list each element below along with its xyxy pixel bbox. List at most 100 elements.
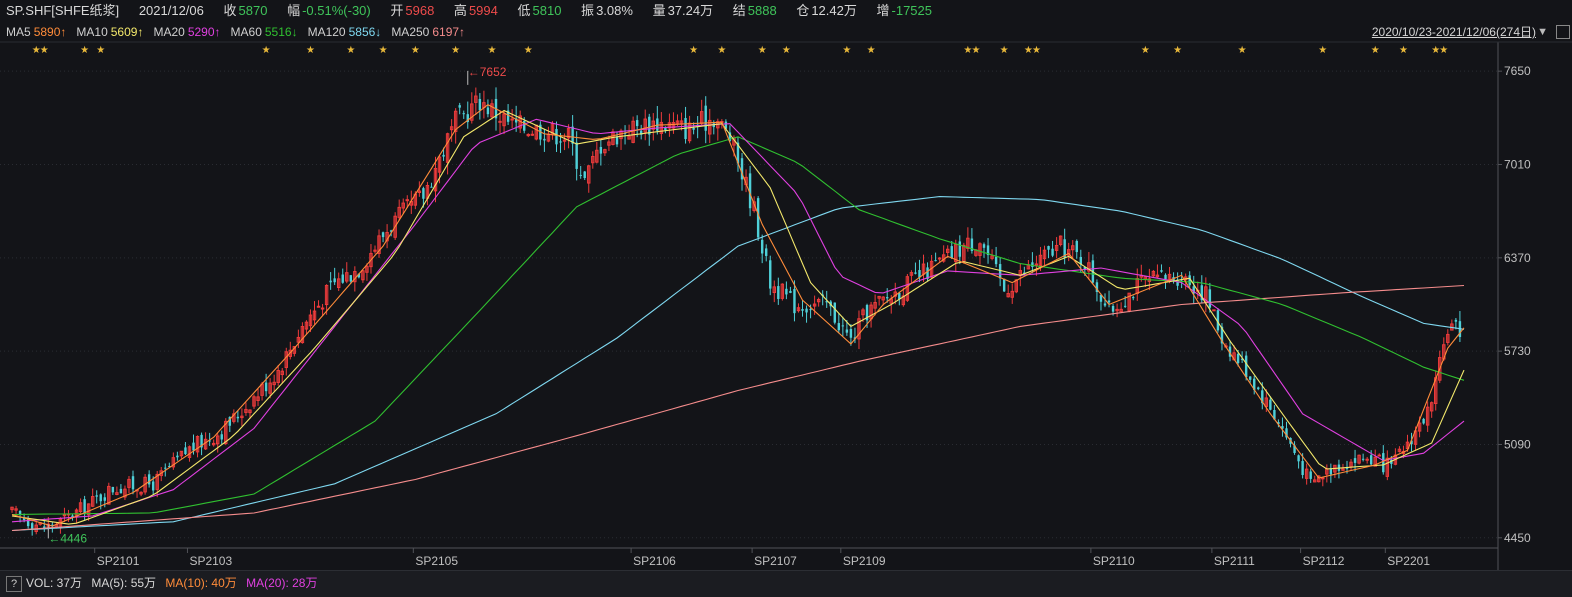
candle-body-down [1353,458,1357,463]
star-icon: ★ [96,45,105,56]
candlestick-chart[interactable]: ★ ★ ★ ★ ★ ★ ★ ★ ★ ★ ★ ★ ★ ★ ★ ★ ★ ★ ★ ★ ★ ★ ★ ★ ★ ★ ★ ★ ★ ★ ★ 76507010… [0,0,1572,570]
y-tick-label: 7010 [1504,157,1531,171]
candle-body-down [1369,455,1373,465]
star-icon: ★ [80,45,89,56]
candle-body-down [785,288,788,295]
star-icon: ★ [1439,45,1448,56]
candle-body-down [442,154,445,157]
candle-body-down [176,455,179,458]
candle-body-down [1269,399,1272,410]
candle-body-down [131,476,135,490]
candle-body-down [760,239,764,254]
candle-body-down [841,325,845,327]
star-icon: ★ [971,45,980,56]
candle-body-down [99,494,102,502]
candle-body-down [184,447,187,455]
candle-body-down [950,246,953,259]
candle-body-up [1365,458,1369,461]
candle-body-down [837,323,841,331]
candle-body-up [62,514,67,517]
low-mark-label: ←4446 [48,531,87,545]
star-icon: ★ [411,45,420,56]
star-icon: ★ [758,45,767,56]
candle-body-down [264,382,268,392]
star-icon: ★ [451,45,460,56]
candle-body-down [833,302,836,323]
y-tick-label: 5090 [1504,437,1531,451]
candle-body-down [1297,455,1300,462]
y-tick-label: 7650 [1504,64,1531,78]
grid-lines [0,41,1572,570]
candle-body-down [103,497,106,501]
candle-body-down [1244,355,1248,378]
candle-body-down [1208,289,1212,308]
candle-body-down [769,260,772,289]
star-icon: ★ [1032,45,1041,56]
candle-body-down [1123,305,1127,307]
vol-value: VOL: 37万 [26,576,83,590]
candle-body-down [805,308,808,313]
star-icon: ★ [1371,45,1380,56]
candle-body-down [914,272,917,274]
candle-body-up [1377,454,1381,457]
candle-body-down [801,309,804,311]
candle-body-down [1103,303,1107,306]
x-tick-label: SP2109 [843,554,886,568]
ma-line [11,284,1465,532]
candle-body-down [1160,270,1163,272]
candle-body-down [1132,297,1135,299]
candle-body-down [1361,458,1365,460]
candle-body-down [192,442,195,451]
candle-body-down [151,481,155,491]
candle-body-down [692,127,695,130]
candle-body-down [543,138,546,141]
x-axis: SP2101 SP2103 SP2105 SP2106 SP2107 SP2109 SP21… [94,548,1430,568]
star-icon: ★ [782,45,791,56]
candle-body-up [320,307,325,310]
candle-body-down [635,120,639,127]
y-axis: 7650 7010 6370 5730 5090 4450 [1498,64,1531,545]
candle-body-down [559,141,562,143]
candle-body-down [809,309,812,311]
star-icon: ★ [379,45,388,56]
candle-body-down [236,416,240,419]
candle-body-down [934,260,937,262]
candle-body-down [1031,262,1034,267]
star-icon: ★ [1173,45,1182,56]
ma-line [11,118,1465,523]
candle-body-down [147,474,151,485]
candle-body-down [1051,248,1054,256]
candle-body-down [615,136,619,145]
candle-body-down [648,116,651,135]
candle-body-down [849,329,853,338]
candle-body-down [958,241,962,257]
candle-body-down [349,275,353,282]
high-mark-label: ←7652 [468,65,507,79]
star-icon: ★ [262,45,271,56]
candle-body-down [478,98,482,111]
y-tick-label: 6370 [1504,251,1531,265]
x-tick-label: SP2106 [633,554,676,568]
candle-body-down [1248,376,1252,380]
candle-body-down [1111,305,1115,312]
candle-body-down [422,188,425,199]
y-tick-label: 5730 [1504,344,1531,358]
star-icon: ★ [867,45,876,56]
candle-body-down [1309,471,1312,479]
ma-line [11,109,1465,525]
x-tick-label: SP2107 [754,554,797,568]
candle-body-down [1107,300,1111,303]
candle-body-down [1382,453,1385,473]
star-icon: ★ [689,45,698,56]
candle-body-down [486,107,490,115]
candle-body-down [575,142,578,169]
x-tick-label: SP2101 [97,554,140,568]
candle-body-down [329,280,332,283]
candle-body-down [1257,387,1260,390]
volume-legend: VOL: 37万 MA(5): 55万 MA(10): 40万 MA(20): … [26,575,323,591]
candle-body-down [982,244,986,248]
candle-body-down [765,248,768,256]
candle-body-down [119,488,123,494]
help-button[interactable]: ? [6,576,22,592]
candle-body-down [704,105,707,131]
